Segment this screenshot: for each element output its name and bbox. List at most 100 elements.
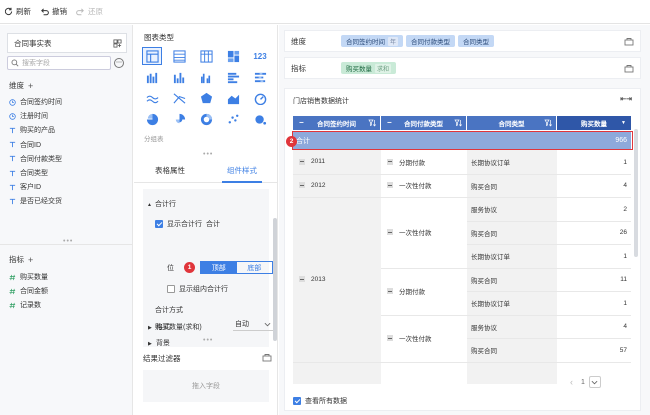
area-chart-icon[interactable]: [223, 89, 243, 107]
collapse-icon[interactable]: [299, 182, 305, 189]
collapse-icon[interactable]: [387, 335, 393, 341]
row-divider: [467, 267, 631, 269]
group-table-chart-icon[interactable]: [142, 47, 162, 65]
gauge-chart-icon[interactable]: [250, 89, 270, 107]
pay-type-label: 一次性付款: [399, 183, 432, 191]
rose-chart-icon[interactable]: [169, 110, 189, 128]
resize-handle-mid-2[interactable]: •••: [203, 337, 213, 344]
pie-chart-icon[interactable]: [142, 110, 162, 128]
donut-chart-icon[interactable]: [196, 110, 216, 128]
dataset-name: 合同事实表: [14, 38, 52, 48]
redo-button[interactable]: 还原: [76, 6, 103, 17]
scatter-chart-icon[interactable]: [223, 110, 243, 128]
collapse-icon[interactable]: [387, 182, 393, 189]
filter-drop-zone[interactable]: 拖入字段: [143, 370, 269, 402]
background-section[interactable]: ▶ 背景: [148, 338, 170, 348]
kpi-chart-icon[interactable]: 123: [250, 47, 270, 65]
pay-type-cell[interactable]: 一次性付款: [387, 226, 432, 238]
quantity-cell: 57: [619, 346, 627, 354]
detail-table-chart-icon[interactable]: [169, 47, 189, 65]
search-input[interactable]: 搜索字段: [7, 56, 111, 70]
line-chart-icon[interactable]: [142, 89, 162, 107]
dimension-field[interactable]: 客户ID: [9, 181, 41, 193]
format-section[interactable]: ▶ 格式: [148, 322, 170, 332]
measure-field[interactable]: 合同金额: [9, 285, 48, 297]
dimension-field[interactable]: 合同付款类型: [9, 153, 62, 165]
dimension-pill[interactable]: 合同付款类型: [406, 35, 456, 47]
collapse-icon[interactable]: [387, 229, 393, 236]
show-group-total-checkbox[interactable]: [167, 285, 175, 294]
year-cell[interactable]: 2013: [299, 273, 325, 285]
position-bottom-button[interactable]: 底部: [237, 262, 273, 273]
style-scrollbar[interactable]: [273, 218, 277, 341]
page-number[interactable]: 1: [581, 379, 585, 386]
dimension-field[interactable]: 购买的产品: [9, 124, 55, 136]
collapse-icon[interactable]: [387, 158, 393, 165]
column-chart-icon[interactable]: [169, 68, 189, 86]
collapse-icon[interactable]: [299, 158, 305, 165]
show-total-checkbox[interactable]: [155, 220, 163, 229]
treemap-chart-icon[interactable]: [223, 47, 243, 65]
field-label: 是否已经交货: [20, 198, 62, 206]
grouped-column-chart-icon[interactable]: [196, 68, 216, 86]
dimension-field[interactable]: 是否已经交货: [9, 195, 62, 207]
horizontal-stack-chart-icon[interactable]: [250, 68, 270, 86]
subtotal-section[interactable]: ▲ 合计行: [147, 199, 176, 209]
pay-type-cell[interactable]: 分期付款: [387, 156, 425, 168]
dimension-shelf[interactable]: 维度 合同签约时间年合同付款类型 合同类型: [284, 30, 641, 52]
add-measure-icon[interactable]: +: [28, 255, 33, 265]
year-cell[interactable]: 2012: [299, 179, 325, 191]
view-all-checkbox[interactable]: [293, 397, 301, 405]
chart-config-panel: 图表类型 123 分组表 ••• 表格属性 组件样式 ▲ 合计行 显示合计行 合计: [134, 25, 278, 415]
measure-shelf[interactable]: 指标 购买数量 求和: [284, 57, 641, 79]
pay-type-cell[interactable]: 一次性付款: [387, 179, 432, 191]
dimension-pill[interactable]: 合同签约时间年: [341, 35, 404, 47]
resize-handle-mid[interactable]: •••: [203, 151, 213, 158]
show-total-option[interactable]: 显示合计行 合计: [155, 219, 220, 229]
prev-page-icon[interactable]: ‹: [570, 377, 573, 387]
bar-chart-icon[interactable]: [223, 68, 243, 86]
dimension-field[interactable]: 合同ID: [9, 139, 41, 151]
dimension-field[interactable]: 注册时间: [9, 110, 48, 122]
radar-chart-icon[interactable]: [196, 89, 216, 107]
shelf-settings-icon[interactable]: [624, 37, 634, 46]
field-label: 记录数: [20, 302, 41, 309]
year-label: 2013: [311, 275, 326, 283]
show-group-total-option[interactable]: 显示组内合计行: [167, 284, 228, 294]
dataset-tab[interactable]: 合同事实表: [7, 33, 127, 53]
cross-line-chart-icon[interactable]: [169, 89, 189, 107]
tab-component-style[interactable]: 组件样式: [206, 159, 278, 183]
row-divider: [467, 361, 631, 363]
contract-type-cell: 购买合同: [471, 277, 497, 285]
dimension-pill[interactable]: 合同类型: [458, 35, 495, 47]
pay-type-cell[interactable]: 分期付款: [387, 285, 425, 297]
position-top-button[interactable]: 顶部: [201, 262, 237, 273]
filter-settings-icon[interactable]: [262, 353, 272, 362]
dimension-field[interactable]: 合同类型: [9, 167, 48, 179]
shelf-settings-icon-2[interactable]: [624, 64, 634, 73]
pay-type-cell[interactable]: 一次性付款: [387, 332, 432, 344]
dataset-switch-icon[interactable]: [113, 38, 122, 48]
table-scrollbar[interactable]: [634, 129, 638, 257]
add-dimension-icon[interactable]: +: [28, 81, 33, 91]
dimension-field[interactable]: 合同签约时间: [9, 96, 62, 108]
total-method-select[interactable]: 自动: [233, 318, 273, 331]
stacked-bar-chart-icon[interactable]: [142, 68, 162, 86]
tab-table-properties[interactable]: 表格属性: [134, 159, 206, 182]
refresh-button[interactable]: 刷新: [4, 6, 31, 17]
measure-field[interactable]: 记录数: [9, 299, 41, 311]
undo-button[interactable]: 撤销: [40, 6, 67, 17]
cross-table-chart-icon[interactable]: [196, 47, 216, 65]
page-select-button[interactable]: [588, 376, 601, 388]
measure-field[interactable]: 购买数量: [9, 271, 48, 283]
total-word-input[interactable]: 合计: [206, 221, 220, 228]
quantity-cell: 4: [623, 182, 627, 189]
bubble-chart-icon[interactable]: [250, 110, 270, 128]
year-cell[interactable]: 2011: [299, 156, 325, 168]
more-options-icon[interactable]: ⋯: [114, 58, 124, 68]
view-all-option[interactable]: 查看所有数据: [293, 396, 347, 406]
text-icon: [9, 170, 16, 177]
measure-pill[interactable]: 购买数量 求和: [341, 62, 397, 74]
collapse-icon[interactable]: [387, 288, 393, 294]
collapse-icon[interactable]: [299, 276, 305, 283]
